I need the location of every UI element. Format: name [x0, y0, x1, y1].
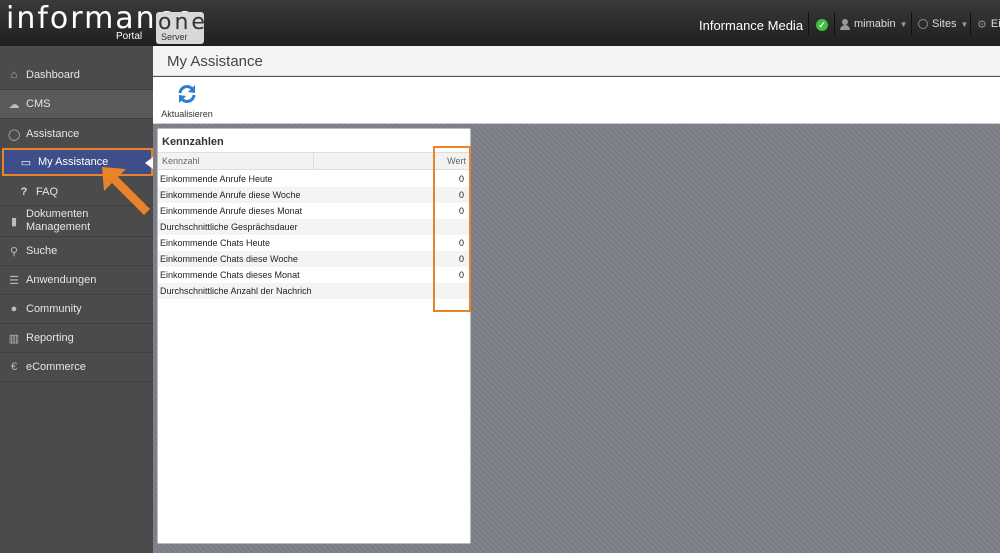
toolbar: Aktualisieren — [153, 77, 1000, 124]
column-header-spacer — [314, 152, 434, 170]
organization-name: Informance Media — [699, 18, 804, 33]
table-row[interactable]: Einkommende Chats dieses Monat 0 — [158, 267, 470, 283]
logo-portal-label: Portal — [116, 31, 143, 42]
settings-label: Ei — [990, 18, 1000, 30]
check-circle-icon[interactable]: ✓ — [816, 19, 828, 31]
sidebar-item-anwendungen[interactable]: ☰ Anwendungen — [0, 266, 153, 295]
chevron-down-icon: ▼ — [960, 19, 969, 29]
user-name: mimabin — [854, 18, 896, 30]
user-menu-button[interactable]: mimabin ▼ — [840, 12, 908, 36]
refresh-button[interactable]: Aktualisieren — [159, 83, 215, 121]
top-bar: informance Portal one Server Informance … — [0, 0, 1000, 46]
chevron-down-icon: ▼ — [899, 19, 908, 29]
sidebar-item-assistance[interactable]: ◯ Assistance — [0, 119, 153, 149]
sidebar-item-label: CMS — [26, 98, 51, 110]
sidebar-item-label: My Assistance — [38, 156, 109, 168]
sidebar-item-label: Community — [26, 303, 82, 315]
row-name: Durchschnittliche Gesprächsdauer — [160, 222, 298, 232]
page-header: My Assistance — [153, 46, 1000, 76]
row-name: Einkommende Chats dieses Monat — [160, 270, 300, 280]
question-icon: ? — [20, 185, 28, 198]
page-title: My Assistance — [167, 53, 263, 70]
table-row[interactable]: Einkommende Anrufe diese Woche 0 — [158, 187, 470, 203]
sidebar-item-community[interactable]: ● Community — [0, 295, 153, 324]
sidebar-item-label: eCommerce — [26, 361, 86, 373]
sidebar-item-cms[interactable]: ☁ CMS — [0, 90, 153, 119]
sidebar-item-ecommerce[interactable]: € eCommerce — [0, 353, 153, 382]
toolbar-divider — [808, 12, 809, 36]
row-name: Einkommende Chats diese Woche — [160, 254, 298, 264]
row-name: Einkommende Anrufe diese Woche — [160, 190, 301, 200]
gear-icon: ⚙ — [977, 18, 987, 31]
euro-icon: € — [10, 361, 18, 373]
column-header-kennzahl[interactable]: Kennzahl — [158, 152, 314, 170]
bookmark-icon: ▮ — [10, 215, 18, 228]
user-icon — [840, 18, 850, 30]
kennzahlen-table-body: Einkommende Anrufe Heute 0 Einkommende A… — [158, 171, 470, 299]
chat-bubble-icon: ◯ — [8, 128, 21, 141]
row-name: Einkommende Anrufe dieses Monat — [160, 206, 303, 216]
refresh-label: Aktualisieren — [161, 109, 213, 119]
search-icon: ⚲ — [9, 245, 19, 258]
sites-menu-button[interactable]: Sites ▼ — [918, 12, 968, 36]
sidebar-item-label: Dashboard — [26, 69, 80, 81]
user-icon: ● — [10, 303, 18, 315]
globe-icon — [918, 19, 928, 29]
table-row[interactable]: Einkommende Chats diese Woche 0 — [158, 251, 470, 267]
refresh-icon — [178, 85, 196, 103]
table-row[interactable]: Einkommende Anrufe Heute 0 — [158, 171, 470, 187]
sidebar-item-reporting[interactable]: ▥ Reporting — [0, 324, 153, 353]
sidebar-item-dashboard[interactable]: ⌂ Dashboard — [0, 61, 153, 90]
row-name: Durchschnittliche Anzahl der Nachrich — [160, 286, 312, 296]
sidebar-item-label: Anwendungen — [26, 274, 97, 286]
sidebar-item-label: Assistance — [26, 128, 80, 140]
annotation-arrow — [102, 167, 150, 215]
row-name: Einkommende Chats Heute — [160, 238, 271, 248]
table-row[interactable]: Einkommende Anrufe dieses Monat 0 — [158, 203, 470, 219]
toolbar-divider — [911, 12, 912, 36]
wert-column-highlight — [433, 146, 471, 312]
home-icon: ⌂ — [10, 69, 18, 81]
list-icon: ☰ — [9, 274, 19, 287]
row-name: Einkommende Anrufe Heute — [160, 174, 273, 184]
sidebar-item-suche[interactable]: ⚲ Suche — [0, 237, 153, 266]
sidebar-item-label: Reporting — [26, 332, 74, 344]
settings-menu-button[interactable]: ⚙ Ei — [977, 12, 1000, 36]
panel-title: Kennzahlen — [162, 136, 224, 148]
toolbar-divider — [970, 12, 971, 36]
cloud-icon: ☁ — [8, 98, 20, 111]
monitor-icon: ▭ — [20, 156, 32, 169]
table-row[interactable]: Einkommende Chats Heute 0 — [158, 235, 470, 251]
table-row[interactable]: Durchschnittliche Anzahl der Nachrich — [158, 283, 470, 299]
kennzahlen-panel: Kennzahlen Kennzahl Wert Einkommende Anr… — [157, 128, 471, 544]
bar-chart-icon: ▥ — [8, 332, 20, 345]
logo-server-label: Server — [161, 32, 188, 42]
sidebar-item-label: FAQ — [36, 185, 59, 198]
sites-label: Sites — [932, 18, 957, 30]
toolbar-divider — [834, 12, 835, 36]
sidebar-item-label: Suche — [26, 245, 58, 257]
table-row[interactable]: Durchschnittliche Gesprächsdauer — [158, 219, 470, 235]
